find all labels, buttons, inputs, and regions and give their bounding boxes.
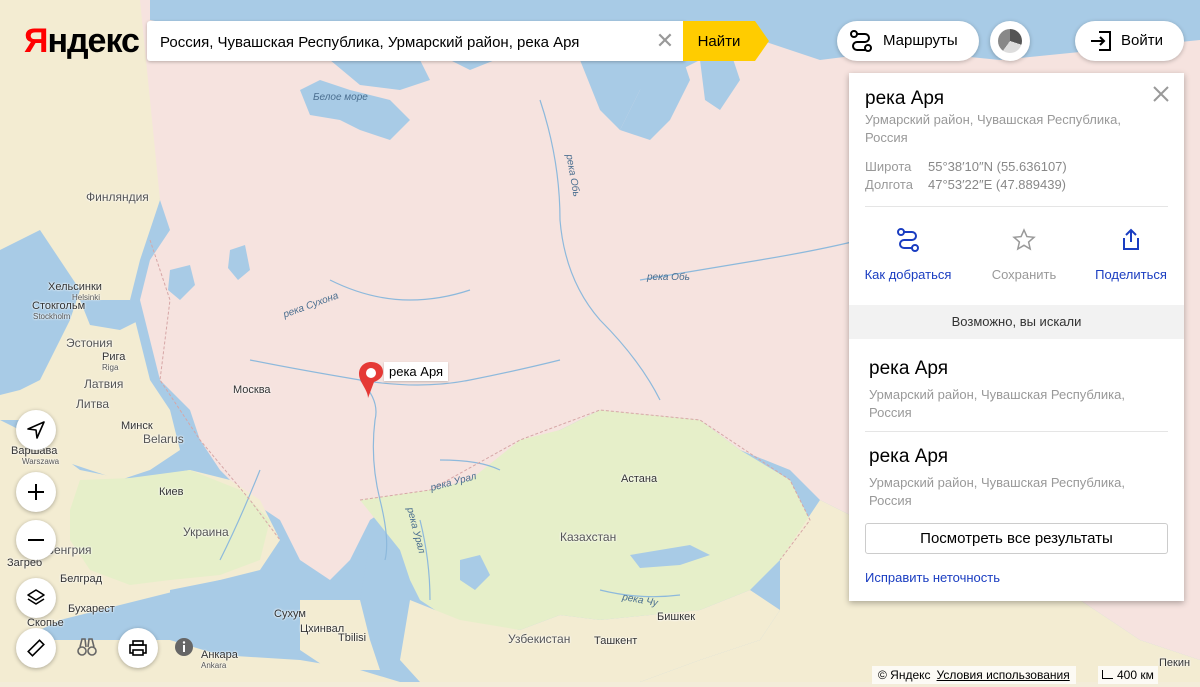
map-label-bucharest: Бухарест	[68, 603, 115, 615]
map-label-tbilisi: Tbilisi	[338, 632, 367, 644]
result-address: Урмарский район, Чувашская Республика, Р…	[869, 387, 1125, 420]
geolocation-button[interactable]	[16, 410, 56, 450]
clear-icon[interactable]: ✕	[655, 30, 675, 52]
map-label-white-sea: Белое море	[313, 92, 368, 103]
scale-line	[1102, 670, 1113, 679]
map-label-helsinki: Хельсинки	[48, 281, 102, 293]
place-title: река Аря	[865, 88, 945, 109]
login-icon	[1091, 31, 1111, 51]
latitude-row: Широта 55°38′10″N (55.636107)	[865, 159, 1067, 174]
map-label-stockholm-sub: Stockholm	[33, 312, 71, 321]
pin-icon	[359, 362, 383, 398]
result-item[interactable]: река Аря Урмарский район, Чувашская Респ…	[869, 446, 1169, 510]
layers-button[interactable]	[16, 578, 56, 618]
search-button-arrow	[755, 21, 769, 61]
latitude-value: 55°38′10″N (55.636107)	[928, 159, 1067, 174]
routes-label: Маршруты	[883, 32, 958, 49]
result-title: река Аря	[869, 358, 949, 379]
minus-icon	[28, 539, 44, 541]
place-card: река Аря Урмарский район, Чувашская Респ…	[849, 73, 1184, 601]
map-label-riga-sub: Riga	[102, 363, 119, 372]
divider	[865, 431, 1168, 432]
map-label-astana: Астана	[621, 473, 658, 485]
map-label-tashkent: Ташкент	[594, 635, 638, 647]
star-icon	[1012, 228, 1036, 251]
map-label-minsk: Минск	[121, 420, 153, 432]
result-title: река Аря	[869, 446, 949, 467]
map-label-latvia: Латвия	[84, 377, 124, 391]
search-input[interactable]	[158, 21, 652, 63]
route-action-label: Как добраться	[864, 267, 952, 282]
close-icon[interactable]	[1150, 83, 1172, 105]
ruler-icon	[27, 639, 45, 657]
panorama-button[interactable]	[76, 636, 98, 663]
route-icon	[897, 228, 919, 252]
zoom-in-button[interactable]	[16, 472, 56, 512]
longitude-label: Долгота	[865, 177, 913, 192]
print-button[interactable]	[118, 628, 158, 668]
printer-icon	[129, 640, 147, 656]
terms-link[interactable]: Условия использования	[937, 668, 1070, 682]
share-label: Поделиться	[1095, 267, 1167, 282]
map-label-stockholm: Стокгольм	[32, 300, 86, 312]
marker-label[interactable]: река Аря	[384, 362, 449, 381]
suggestions-header: Возможно, вы искали	[849, 305, 1184, 339]
longitude-row: Долгота 47°53′22″E (47.889439)	[865, 177, 1066, 192]
plus-icon	[28, 484, 44, 500]
map-label-ukraine: Украина	[183, 525, 229, 539]
latitude-label: Широта	[865, 159, 912, 174]
longitude-value: 47°53′22″E (47.889439)	[928, 177, 1067, 192]
result-address: Урмарский район, Чувашская Республика, Р…	[869, 475, 1125, 508]
save-button[interactable]: Сохранить	[969, 225, 1079, 282]
navigation-arrow-icon	[27, 421, 45, 439]
scale-label: 400 км	[1117, 668, 1154, 682]
binoculars-icon	[77, 638, 97, 656]
map-label-estonia: Эстония	[66, 336, 113, 350]
map-label-uzbekistan: Узбекистан	[508, 632, 571, 646]
fix-inaccuracy-link[interactable]: Исправить неточность	[865, 570, 1000, 585]
share-icon	[1123, 228, 1139, 250]
info-icon	[175, 638, 193, 656]
routes-button[interactable]: Маршруты	[837, 21, 979, 61]
map-label-lithuania: Литва	[76, 397, 109, 411]
map-label-ankara: Анкара	[201, 649, 238, 661]
map-label-moscow: Москва	[233, 384, 271, 396]
map-label-ankara-sub: Ankara	[201, 661, 227, 670]
login-button[interactable]: Войти	[1075, 21, 1184, 61]
map-label-bishkek: Бишкек	[657, 611, 696, 623]
map-label-riga: Рига	[102, 351, 126, 363]
search-box: ✕	[147, 21, 685, 63]
map-label-belarus: Belarus	[143, 432, 184, 446]
yandex-logo[interactable]: Яндекс	[24, 22, 140, 61]
copyright-footer: © Яндекс Условия использования	[872, 666, 1076, 684]
location-marker[interactable]	[356, 360, 386, 400]
search-button[interactable]: Найти	[683, 21, 755, 61]
route-action-button[interactable]: Как добраться	[853, 225, 963, 282]
share-button[interactable]: Поделиться	[1076, 225, 1186, 282]
layer-preview-icon	[998, 29, 1022, 53]
info-button[interactable]	[174, 637, 194, 662]
zoom-out-button[interactable]	[16, 520, 56, 560]
copyright-text: © Яндекс	[878, 668, 931, 682]
result-item[interactable]: река Аря Урмарский район, Чувашская Респ…	[869, 358, 1169, 422]
map-label-kazakhstan: Казахстан	[560, 530, 617, 544]
login-label: Войти	[1121, 32, 1163, 49]
map-label-kyiv: Киев	[159, 486, 184, 498]
map-label-warsaw-sub: Warszawa	[22, 457, 60, 466]
place-address: Урмарский район, Чувашская Республика, Р…	[865, 112, 1121, 145]
layers-icon	[27, 589, 45, 605]
ruler-button[interactable]	[16, 628, 56, 668]
map-label-finland: Финляндия	[86, 190, 149, 204]
divider	[865, 206, 1168, 207]
save-label: Сохранить	[991, 267, 1057, 282]
user-layers-button[interactable]	[990, 21, 1030, 61]
map-label-belgrade: Белград	[60, 573, 103, 585]
scale-bar: 400 км	[1098, 666, 1158, 684]
route-icon	[850, 30, 872, 52]
map-label-river-ob: река Обь	[647, 272, 690, 283]
map-label-beijing: Пекин	[1159, 657, 1191, 669]
all-results-button[interactable]: Посмотреть все результаты	[865, 523, 1168, 554]
map-label-sukhum: Сухум	[274, 608, 306, 620]
